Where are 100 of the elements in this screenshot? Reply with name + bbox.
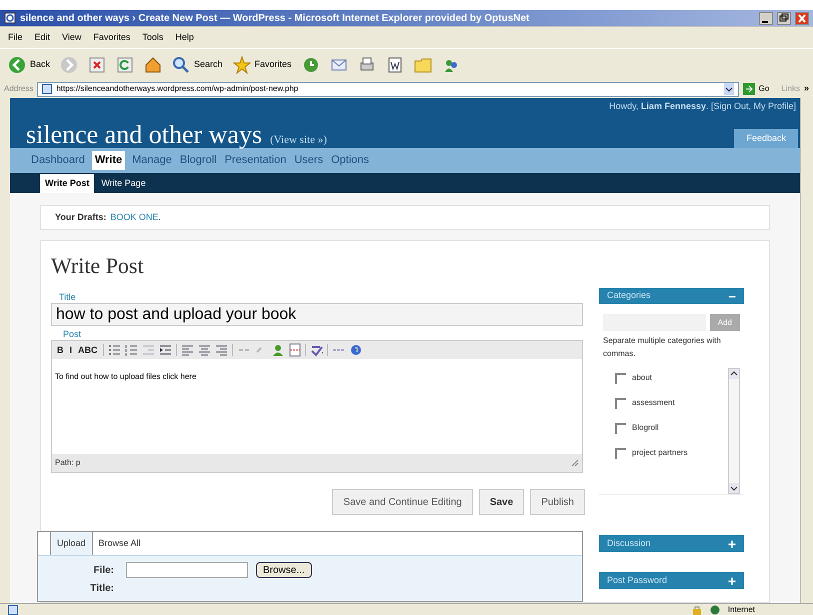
upload-tab[interactable]: Upload [50,532,93,555]
restore-icon[interactable] [777,12,791,24]
post-label: Post [62,328,82,340]
bullet-list-icon[interactable] [108,343,121,357]
file-label: File: [92,564,114,578]
upload-tab[interactable]: Browse All [92,532,147,555]
drafts-label: Your Drafts: [55,210,106,224]
file-input[interactable] [126,562,248,578]
window-title: silence and other ways › Create New Post — WordPress - Microsoft Internet Explorer provided by OptusNet [20,12,530,26]
format-button[interactable]: ABC [77,346,99,354]
nav-tab[interactable]: Users [293,152,324,169]
folder-icon [414,56,432,74]
printer-icon [358,56,376,74]
category-label[interactable]: project partners [632,447,688,459]
spellcheck-icon[interactable] [310,343,323,357]
nav-tab[interactable]: Manage [131,152,173,169]
menu-item[interactable]: Edit [34,30,50,44]
address-label: Address [4,83,34,95]
collapse-icon[interactable]: − [728,290,736,302]
nav-tab[interactable]: Options [330,152,370,169]
nav-tab[interactable]: Dashboard [30,152,86,169]
chevron-icon[interactable]: » [804,82,809,96]
close-icon[interactable] [795,12,809,24]
toolbar-button[interactable] [144,56,162,74]
panel-title: Post Password [607,574,668,587]
toolbar-button[interactable]: Favorites [232,56,292,74]
format-button[interactable]: I [68,346,74,354]
subnav-tab[interactable]: Write Post [40,174,94,193]
period-text: . [158,210,161,224]
stop-icon [88,56,106,74]
format-button[interactable]: B [56,346,64,354]
path-text: Path: p [55,457,80,469]
align-center-icon[interactable] [198,343,211,357]
document-icon [386,56,404,74]
menu-item[interactable]: File [8,30,23,44]
toolbar-button[interactable]: Search [172,56,223,74]
scroll-up-icon[interactable] [729,369,739,379]
clock-icon [302,56,320,74]
view-site-link[interactable]: (View site ») [270,132,327,148]
submit-button[interactable]: Save [478,489,524,515]
panel-title: Discussion [607,536,651,550]
menu-item[interactable]: Help [175,30,194,44]
person-image-icon[interactable] [270,343,284,357]
submit-button[interactable]: Save and Continue Editing [332,489,473,515]
panel-header[interactable]: Post Password + [599,572,744,589]
category-label[interactable]: about [632,372,652,384]
title-label: Title [58,291,77,303]
subnav-tab[interactable]: Write Page [98,174,149,193]
scroll-down-icon[interactable] [729,483,739,493]
toolbar-button[interactable]: Back [8,56,50,74]
draft-link[interactable]: BOOK ONE [110,210,158,224]
toolbar-button[interactable] [358,56,376,74]
numbered-list-icon[interactable] [124,343,138,357]
nav-tab[interactable]: Write [92,151,126,170]
go-button[interactable]: Go [742,83,770,95]
expand-icon[interactable]: + [728,574,736,588]
user-greeting: Howdy, Liam Fennessy. [Sign Out, My Profile] [609,100,796,113]
indent-icon[interactable] [158,343,172,357]
panel-title: Categories [607,289,651,302]
go-arrow-icon [742,83,755,95]
site-title[interactable]: silence and other ways [26,122,262,148]
toolbar-button[interactable] [386,56,404,74]
lock-icon [692,604,702,614]
address-url: https://silenceandotherways.wordpress.com/wp-admin/post-new.php [56,83,300,95]
panel-header[interactable]: Discussion + [599,535,744,552]
home-icon [144,56,162,74]
categories-header[interactable]: Categories − [599,288,744,304]
zone-label: Internet [728,604,755,615]
help-icon[interactable] [348,343,362,357]
menu-item[interactable]: Tools [142,30,164,44]
hint-text: Separate multiple categories with commas. [603,335,722,360]
scrollbar[interactable] [728,368,740,494]
resize-grip-icon[interactable] [571,459,579,467]
page-icon [4,12,16,24]
page-break-icon[interactable] [288,343,301,357]
dropdown-icon[interactable] [724,83,734,95]
expand-icon[interactable]: + [728,536,736,550]
menu-item[interactable]: Favorites [93,30,130,44]
address-field[interactable]: https://silenceandotherways.wordpress.com/wp-admin/post-new.php [37,82,739,96]
category-label[interactable]: assessment [632,397,675,409]
align-left-icon[interactable] [180,343,194,357]
star-icon [232,56,251,74]
editor-text[interactable]: To find out how to upload files click here [55,372,196,381]
search-icon [172,56,190,74]
title-label: Title: [89,584,114,589]
menu-item[interactable]: View [62,30,82,44]
category-label[interactable]: Blogroll [632,422,659,434]
title-input[interactable]: how to post and upload your book [51,303,583,326]
scrollbar-track[interactable] [800,98,813,603]
minimize-icon[interactable] [759,12,773,24]
refresh-icon [116,56,134,74]
nav-tab[interactable]: Blogroll [178,152,218,169]
align-right-icon[interactable] [214,343,228,357]
submit-button[interactable]: Publish [530,489,585,515]
page-icon [8,604,18,614]
nav-tab[interactable]: Presentation [224,152,288,169]
globe-icon [710,604,720,614]
browse-button[interactable]: Browse... [256,562,312,578]
page-icon [42,84,52,94]
page-heading: Write Post [51,255,145,277]
